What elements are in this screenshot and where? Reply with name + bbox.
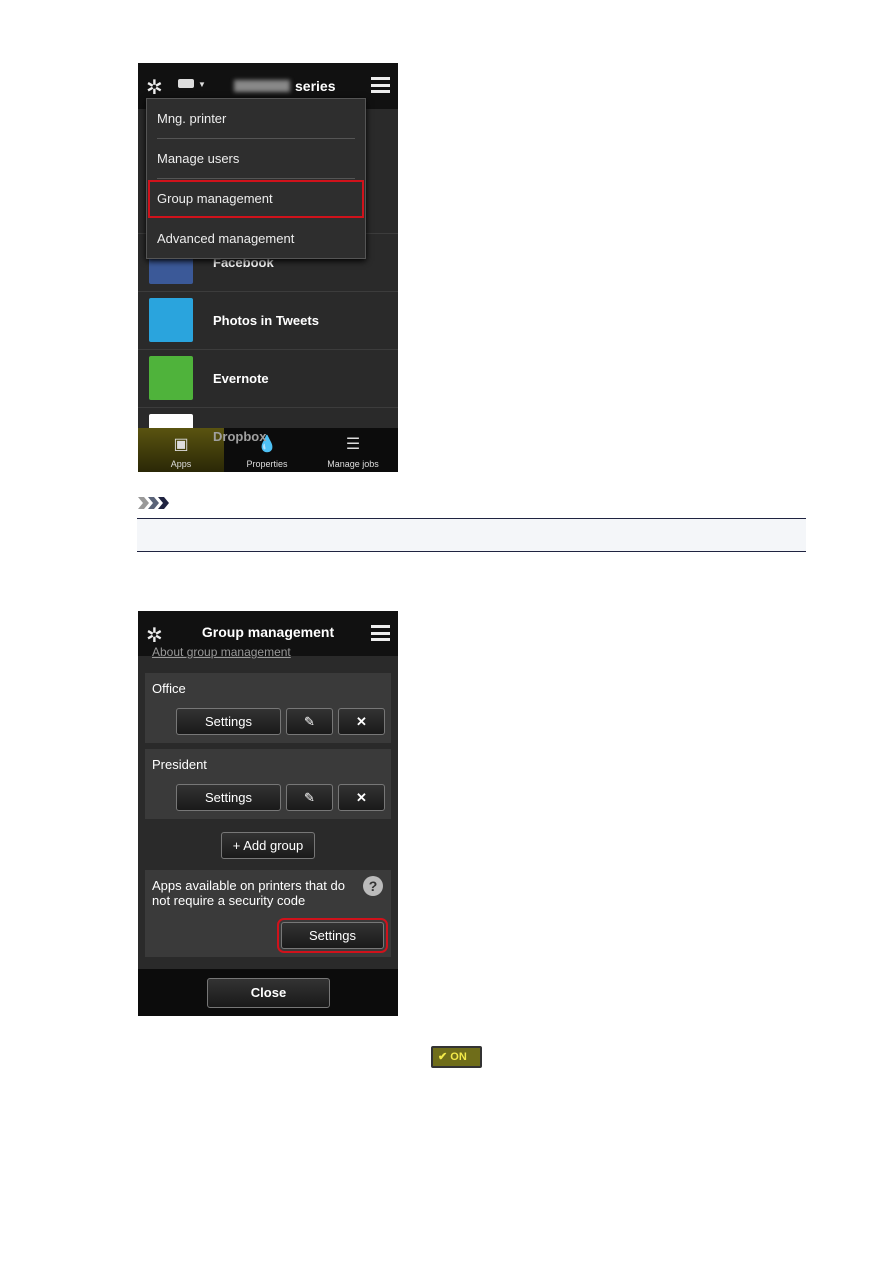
menu-item-advanced-management[interactable]: Advanced management bbox=[157, 219, 355, 259]
apps-settings-button[interactable]: Settings bbox=[277, 918, 388, 953]
app-name: Evernote bbox=[213, 371, 269, 386]
screenshot-app-menu: Facebook Photos in Tweets Evernote Dropb… bbox=[138, 63, 398, 472]
tab-label: Apps bbox=[170, 459, 192, 469]
note-box bbox=[137, 518, 806, 552]
app-name: Photos in Tweets bbox=[213, 313, 319, 328]
list-item[interactable]: Evernote bbox=[138, 350, 398, 408]
photos-in-tweets-icon bbox=[149, 298, 193, 342]
group-office: Office Settings ✎ ✕ bbox=[145, 673, 391, 743]
tab-label: Properties bbox=[246, 459, 288, 469]
settings-button[interactable]: Settings bbox=[176, 784, 281, 811]
help-icon[interactable]: ? bbox=[363, 876, 383, 896]
pencil-icon: ✎ bbox=[304, 714, 315, 729]
note-icon bbox=[138, 497, 169, 509]
menu-icon[interactable] bbox=[371, 77, 390, 93]
app-name: Dropbox bbox=[213, 429, 267, 444]
add-group-label: Add group bbox=[243, 838, 304, 853]
printer-icon[interactable] bbox=[178, 79, 194, 88]
menu-item-group-management[interactable]: Group management bbox=[148, 180, 364, 218]
edit-button[interactable]: ✎ bbox=[286, 708, 333, 735]
group-name: Office bbox=[152, 681, 186, 696]
pencil-icon: ✎ bbox=[304, 790, 315, 805]
footer: Close bbox=[138, 969, 398, 1016]
panel-text: Apps available on printers that do not r… bbox=[152, 878, 345, 908]
job-list-icon: ☰ bbox=[345, 436, 361, 453]
close-icon: ✕ bbox=[356, 714, 367, 729]
gear-icon[interactable]: ✲ bbox=[146, 75, 163, 100]
about-group-management-link[interactable]: About group management bbox=[152, 645, 291, 659]
chevron-down-icon[interactable]: ▼ bbox=[198, 80, 206, 89]
delete-button[interactable]: ✕ bbox=[338, 708, 385, 735]
group-president: President Settings ✎ ✕ bbox=[145, 749, 391, 819]
on-label: ON bbox=[450, 1051, 467, 1063]
edit-button[interactable]: ✎ bbox=[286, 784, 333, 811]
add-group-button[interactable]: + Add group bbox=[221, 832, 315, 859]
dropdown-menu: Mng. printer Manage users Group manageme… bbox=[146, 98, 366, 259]
close-icon: ✕ bbox=[356, 790, 367, 805]
menu-item-manage-users[interactable]: Manage users bbox=[157, 139, 355, 179]
tab-apps[interactable]: ▣ Apps bbox=[138, 428, 224, 472]
close-button[interactable]: Close bbox=[207, 978, 330, 1008]
header-title: series bbox=[295, 78, 336, 94]
check-icon: ✔ bbox=[438, 1051, 451, 1063]
tab-bar: ▣ Apps 💧 Properties ☰ Manage jobs bbox=[138, 428, 398, 472]
blurred-model-name bbox=[234, 80, 290, 92]
settings-button[interactable]: Settings bbox=[176, 708, 281, 735]
menu-icon[interactable] bbox=[371, 625, 390, 641]
evernote-icon bbox=[149, 356, 193, 400]
tab-label: Manage jobs bbox=[327, 459, 379, 469]
delete-button[interactable]: ✕ bbox=[338, 784, 385, 811]
page-title: Group management bbox=[201, 624, 335, 640]
list-item[interactable]: Photos in Tweets bbox=[138, 292, 398, 350]
apps-no-security-code-panel: Apps available on printers that do not r… bbox=[145, 870, 391, 957]
on-toggle-badge: ✔ ON bbox=[431, 1046, 482, 1068]
tab-manage-jobs[interactable]: ☰ Manage jobs bbox=[310, 428, 396, 472]
plus-icon: + bbox=[232, 838, 244, 853]
screenshot-group-management: ✲ Group management About group managemen… bbox=[138, 611, 398, 1016]
menu-item-mng-printer[interactable]: Mng. printer bbox=[157, 99, 355, 139]
group-name: President bbox=[152, 757, 207, 772]
apps-icon: ▣ bbox=[173, 436, 189, 453]
